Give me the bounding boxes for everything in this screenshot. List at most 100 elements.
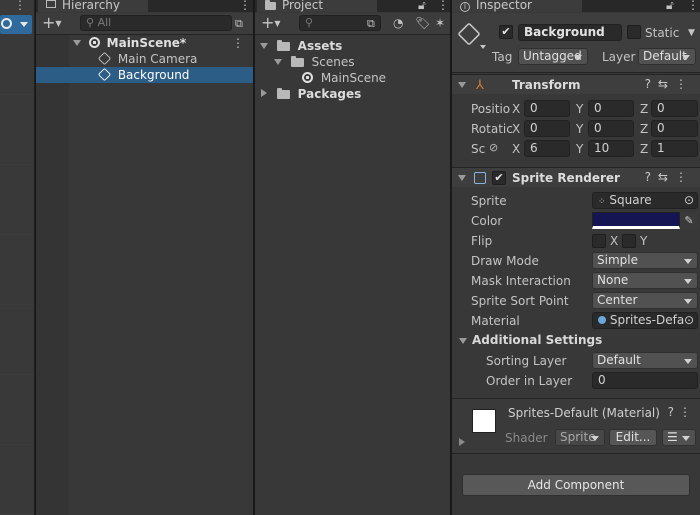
object-picker-icon[interactable]: ⊙	[683, 313, 694, 328]
search-options-icon[interactable]: ⧉	[235, 16, 243, 32]
tab-hierarchy[interactable]: Hierarchy	[38, 0, 148, 12]
order-in-layer-label: Order in Layer	[486, 374, 573, 388]
active-checkbox[interactable]: ✔	[499, 25, 513, 39]
scene-grid	[0, 35, 34, 515]
project-more-icon[interactable]: ⋮	[437, 0, 449, 13]
position-y-field[interactable]: 0	[588, 100, 634, 117]
static-dropdown-icon[interactable]: ▼	[688, 25, 695, 41]
mask-interaction-dropdown[interactable]: None	[592, 272, 698, 289]
flip-x-label: X	[610, 234, 619, 248]
hierarchy-item-background[interactable]: Background	[36, 67, 253, 83]
filter-type-icon[interactable]: ◔	[393, 15, 403, 31]
sprite-sort-point-dropdown[interactable]: Center	[592, 292, 698, 309]
tree-item-mainscene[interactable]: MainScene	[255, 70, 450, 86]
folder-icon	[290, 56, 304, 67]
draw-mode-dropdown[interactable]: Simple	[592, 252, 698, 269]
create-plus-button[interactable]: +▼	[42, 15, 62, 32]
eyedropper-icon[interactable]: ✎	[680, 212, 698, 229]
object-name-field[interactable]: Background	[518, 24, 622, 41]
expand-arrow-icon[interactable]	[459, 338, 467, 344]
info-icon: i	[460, 2, 470, 12]
expand-arrow-icon[interactable]	[73, 40, 81, 46]
scale-z-field[interactable]: 1	[651, 140, 698, 157]
collapsed-arrow-icon[interactable]	[261, 89, 267, 97]
scene-more-icon[interactable]: ⋮	[14, 0, 26, 12]
lock-icon[interactable]: 🔓︎	[418, 0, 426, 13]
position-y-label: Y	[576, 102, 584, 116]
sprite-renderer-enabled-checkbox[interactable]: ✔	[492, 171, 506, 185]
edit-shader-button[interactable]: Edit...	[609, 429, 657, 446]
scale-y-field[interactable]: 10	[588, 140, 634, 157]
position-x-label: X	[512, 102, 521, 116]
scene-more-icon[interactable]: ⋮	[232, 35, 244, 51]
sorting-layer-label: Sorting Layer	[486, 354, 567, 368]
tree-item-packages[interactable]: Packages	[255, 86, 450, 102]
object-header: ✔ Background Static ▼ Tag Untagged Layer…	[452, 13, 700, 73]
flip-x-checkbox[interactable]	[592, 234, 606, 248]
label-tag-icon[interactable]: 🏷︎	[415, 15, 430, 31]
hierarchy-toolbar: +▼ ⚲ All ⧉	[36, 13, 253, 35]
tag-dropdown[interactable]: Untagged	[518, 48, 588, 65]
unity-scene-icon	[88, 37, 100, 48]
transform-icon: ⅄	[476, 78, 484, 93]
rotation-x-field[interactable]: 0	[524, 120, 570, 137]
hierarchy-more-icon[interactable]: ⋮	[239, 0, 251, 13]
sprite-renderer-body: Sprite ⁘ Square ⊙ Color ✎ Flip X Y Draw …	[452, 188, 700, 400]
expand-arrow-icon[interactable]	[274, 59, 282, 65]
inspector-more-icon[interactable]: ⋮	[687, 0, 699, 13]
shader-dropdown[interactable]: Sprite	[555, 429, 605, 446]
static-checkbox[interactable]	[627, 25, 641, 39]
rotation-y-field[interactable]: 0	[588, 120, 634, 137]
create-plus-button[interactable]: +▼	[261, 15, 281, 32]
lock-icon[interactable]: 🔓︎	[666, 0, 674, 13]
layer-dropdown[interactable]: Default	[638, 48, 696, 65]
expand-arrow-icon[interactable]	[458, 82, 466, 88]
tab-inspector[interactable]: i Inspector	[452, 0, 582, 12]
sprite-field[interactable]: ⁘ Square ⊙	[592, 192, 698, 209]
tab-project[interactable]: Project	[257, 0, 377, 12]
position-x-field[interactable]: 0	[524, 100, 570, 117]
flip-y-checkbox[interactable]	[622, 234, 636, 248]
rotation-x-label: X	[512, 122, 521, 136]
tree-item-assets[interactable]: Assets	[255, 38, 450, 54]
tree-item-scenes[interactable]: Scenes	[255, 54, 450, 70]
color-swatch[interactable]	[592, 212, 680, 229]
rotation-z-field[interactable]: 0	[651, 120, 698, 137]
rotation-y-label: Y	[576, 122, 584, 136]
hierarchy-list: MainScene* ⋮ Main Camera Background	[36, 35, 253, 515]
material-field[interactable]: Sprites-Defa ⊙	[592, 312, 698, 329]
hierarchy-gutter	[36, 35, 69, 515]
scene-view-strip: ⋮	[0, 0, 35, 515]
material-header-icons[interactable]: ?⋮	[668, 405, 696, 419]
collapsed-arrow-icon[interactable]	[459, 438, 465, 446]
sprite-renderer-header[interactable]: ✔ Sprite Renderer ?⇆⋮	[452, 167, 700, 187]
component-header-icons[interactable]: ?⇆⋮	[645, 77, 694, 91]
transform-header[interactable]: ⅄ Transform ?⇆⋮	[452, 74, 700, 94]
object-picker-icon[interactable]: ⊙	[684, 193, 694, 208]
hidden-packages-icon[interactable]: ✶	[435, 15, 445, 31]
search-by-type-icon[interactable]: ⧉	[367, 16, 375, 32]
hierarchy-search-input[interactable]: ⚲ All	[80, 15, 232, 31]
scale-x-field[interactable]: 6	[524, 140, 570, 157]
material-list-dropdown[interactable]: ☰	[662, 429, 696, 446]
scene-row[interactable]: MainScene* ⋮	[36, 35, 253, 51]
add-component-button[interactable]: Add Component	[462, 474, 690, 496]
constrain-proportions-icon[interactable]: ⊘	[489, 141, 498, 154]
expand-arrow-icon[interactable]	[458, 175, 466, 181]
hierarchy-item-main-camera[interactable]: Main Camera	[36, 51, 253, 67]
order-in-layer-field[interactable]: 0	[592, 372, 698, 389]
component-header-icons[interactable]: ?⇆⋮	[645, 170, 694, 184]
gameobject-icon[interactable]	[457, 22, 481, 46]
additional-settings-foldout[interactable]: Additional Settings	[452, 333, 652, 349]
material-preview	[472, 409, 496, 433]
list-icon	[46, 0, 56, 8]
gizmo-button[interactable]	[0, 15, 32, 34]
scale-label: Sc	[471, 142, 486, 156]
sorting-layer-dropdown[interactable]: Default	[592, 352, 698, 369]
hierarchy-panel: Hierarchy ⋮ +▼ ⚲ All ⧉ MainScene* ⋮ Main…	[36, 0, 253, 515]
expand-arrow-icon[interactable]	[260, 43, 268, 49]
flip-y-label: Y	[640, 234, 648, 248]
position-z-field[interactable]: 0	[651, 100, 698, 117]
position-label: Positio	[471, 102, 511, 116]
chevron-down-icon	[480, 45, 486, 49]
